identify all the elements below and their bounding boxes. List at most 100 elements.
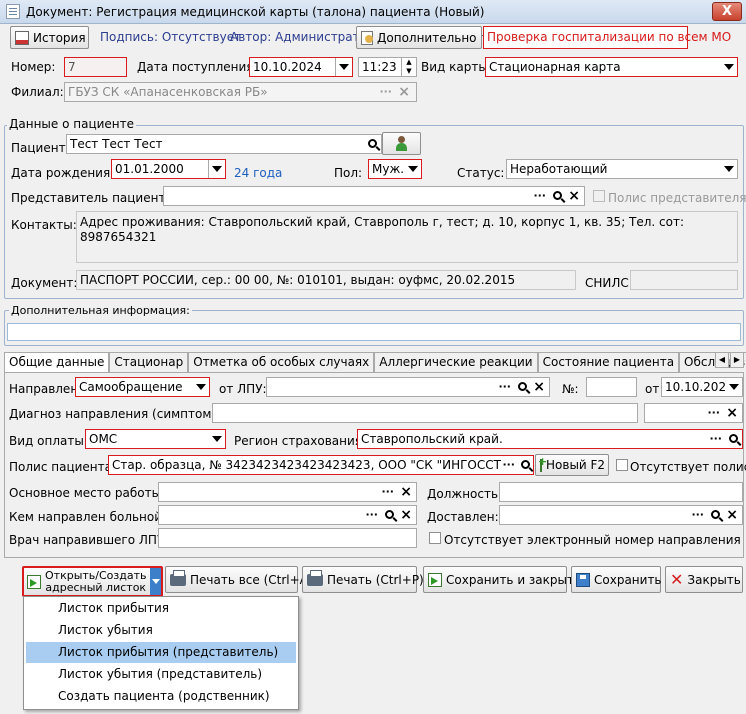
window-title: Документ: Регистрация медицинской карты … (26, 5, 485, 19)
dob-field[interactable]: 01.01.2000 (111, 159, 226, 179)
policy-field[interactable]: Стар. образца, № 3423423423423423423, ОО… (108, 455, 534, 475)
person-search-icon (394, 135, 410, 152)
ref-date-field[interactable]: 10.10.2024 (661, 377, 743, 397)
print-all-label: Печать все (Ctrl+A) (190, 572, 313, 587)
open-create-label-2: адресный листок (45, 580, 147, 594)
representative-search-icon[interactable] (553, 191, 562, 200)
patient-search-icon[interactable] (368, 139, 377, 148)
status-value: Неработающий (510, 162, 608, 176)
no-enum-checkbox[interactable] (429, 532, 441, 544)
time-spinner-icon[interactable]: ▲ ▼ (401, 58, 416, 76)
delivered-search-icon[interactable] (711, 510, 720, 519)
dob-value: 01.01.2000 (115, 162, 184, 176)
print-label: Печать (Ctrl+P) (327, 572, 424, 587)
position-label: Должность: (427, 487, 503, 501)
from-lpu-ellipsis-icon[interactable]: ··· (498, 378, 511, 396)
payment-select[interactable]: ОМС (85, 429, 226, 449)
delivered-field[interactable]: ··· × (499, 505, 743, 525)
status-select[interactable]: Неработающий (506, 159, 738, 179)
region-field[interactable]: Ставропольский край. ··· (357, 429, 743, 449)
sent-by-ellipsis-icon[interactable]: ··· (365, 506, 378, 524)
ref-number-field[interactable] (586, 377, 637, 397)
tab-scroll-right-icon[interactable]: ▶ (730, 352, 744, 368)
doctor-field[interactable] (158, 528, 417, 548)
tab-patient-state[interactable]: Состояние пациента (537, 352, 680, 372)
menu-item-arrival-representative[interactable]: Листок прибытия (представитель) (26, 642, 296, 663)
patient-card-button[interactable] (382, 132, 421, 155)
delivered-ellipsis-icon[interactable]: ··· (691, 506, 704, 524)
menu-item-departure-representative[interactable]: Листок убытия (представитель) (26, 664, 296, 685)
tab-allergies[interactable]: Аллергические реакции (374, 352, 538, 372)
diagnosis-code-field[interactable]: ··· × (644, 403, 743, 423)
work-clear-icon[interactable]: × (400, 483, 412, 501)
from-lpu-search-icon[interactable] (518, 382, 527, 391)
from-lpu-clear-icon[interactable]: × (533, 378, 545, 396)
payment-label: Вид оплаты: (9, 434, 88, 448)
open-create-address-button[interactable]: Открыть/Создать адресный листок (22, 566, 163, 597)
history-button[interactable]: История (10, 26, 89, 49)
menu-item-create-relative[interactable]: Создать пациента (родственник) (26, 686, 296, 707)
tab-scroll-left-icon[interactable]: ◀ (715, 352, 729, 368)
extra-button[interactable]: Дополнительно (356, 26, 490, 49)
payment-dropdown-icon[interactable] (208, 430, 225, 448)
tab-bar: Общие данные Стационар Отметка об особых… (4, 352, 746, 373)
hospitalization-check-button[interactable]: Проверка госпитализации по всем МО (483, 26, 731, 49)
tab-special-cases[interactable]: Отметка об особых случаях (188, 352, 375, 372)
menu-item-arrival[interactable]: Листок прибытия (26, 598, 296, 619)
card-type-select[interactable]: Стационарная карта (485, 57, 738, 77)
extra-info-field[interactable] (7, 323, 741, 341)
sent-by-clear-icon[interactable]: × (400, 506, 412, 524)
policy-search-icon[interactable] (521, 460, 530, 469)
referred-dropdown-icon[interactable] (192, 378, 209, 396)
open-create-dropdown-icon[interactable] (150, 568, 161, 595)
representative-clear-icon[interactable]: × (568, 187, 580, 205)
sent-by-search-icon[interactable] (385, 510, 394, 519)
representative-ellipsis-icon[interactable]: ··· (533, 187, 546, 205)
patient-field[interactable]: Тест Тест Тест (66, 134, 382, 154)
sex-select[interactable]: Муж. (368, 159, 422, 179)
print-all-button[interactable]: Печать все (Ctrl+A) (165, 566, 313, 593)
dob-dropdown-icon[interactable] (208, 160, 225, 178)
referred-select[interactable]: Самообращение (75, 377, 210, 397)
date-dropdown-icon[interactable] (335, 58, 352, 76)
author-label: Автор: Администратор (230, 30, 375, 44)
patient-label: Пациент: (11, 141, 70, 155)
menu-item-departure[interactable]: Листок убытия (26, 620, 296, 641)
diagnosis-field[interactable] (212, 403, 638, 423)
delivered-clear-icon[interactable]: × (726, 506, 738, 524)
print-button[interactable]: Печать (Ctrl+P) (302, 566, 424, 593)
save-close-button[interactable]: Сохранить и закрыть (423, 566, 581, 593)
ref-date-dropdown-icon[interactable] (725, 378, 742, 396)
card-type-dropdown-icon[interactable] (720, 58, 737, 76)
patient-value: Тест Тест Тест (70, 137, 163, 151)
representative-field[interactable]: ··· × (163, 186, 585, 206)
dob-label: Дата рождения: (11, 166, 115, 180)
work-ellipsis-icon[interactable]: ··· (381, 483, 394, 501)
region-ellipsis-icon[interactable]: ··· (709, 430, 722, 448)
new-policy-button[interactable]: + Новый F2 (535, 454, 609, 476)
from-lpu-field[interactable]: ··· × (266, 377, 550, 397)
no-policy-checkbox[interactable] (616, 459, 628, 471)
date-field[interactable]: 10.10.2024 (249, 57, 353, 77)
policy-ellipsis-icon[interactable]: ··· (502, 456, 515, 474)
sent-by-field[interactable]: ··· × (158, 505, 417, 525)
branch-label: Филиал: (11, 85, 64, 99)
disk-icon (576, 572, 590, 588)
status-dropdown-icon[interactable] (720, 160, 737, 178)
window-close-button[interactable]: X (712, 2, 742, 21)
diagnosis-ellipsis-icon[interactable]: ··· (707, 404, 720, 422)
tab-general[interactable]: Общие данные (4, 352, 110, 373)
save-button[interactable]: Сохранить (571, 566, 662, 593)
time-field[interactable]: 11:23 ▲ ▼ (358, 57, 417, 77)
number-field[interactable]: 7 (64, 57, 127, 77)
diagnosis-clear-icon[interactable]: × (726, 404, 738, 422)
sex-value: Муж. (372, 162, 405, 176)
rep-policy-checkbox[interactable] (593, 190, 605, 202)
payment-value: ОМС (89, 432, 118, 446)
tab-hospital[interactable]: Стационар (109, 352, 189, 372)
position-field[interactable] (499, 482, 743, 502)
sex-dropdown-icon[interactable] (404, 160, 421, 178)
close-button[interactable]: ✕ Закрыть (665, 566, 743, 593)
work-field[interactable]: ··· × (158, 482, 417, 502)
region-search-icon[interactable] (729, 434, 738, 443)
